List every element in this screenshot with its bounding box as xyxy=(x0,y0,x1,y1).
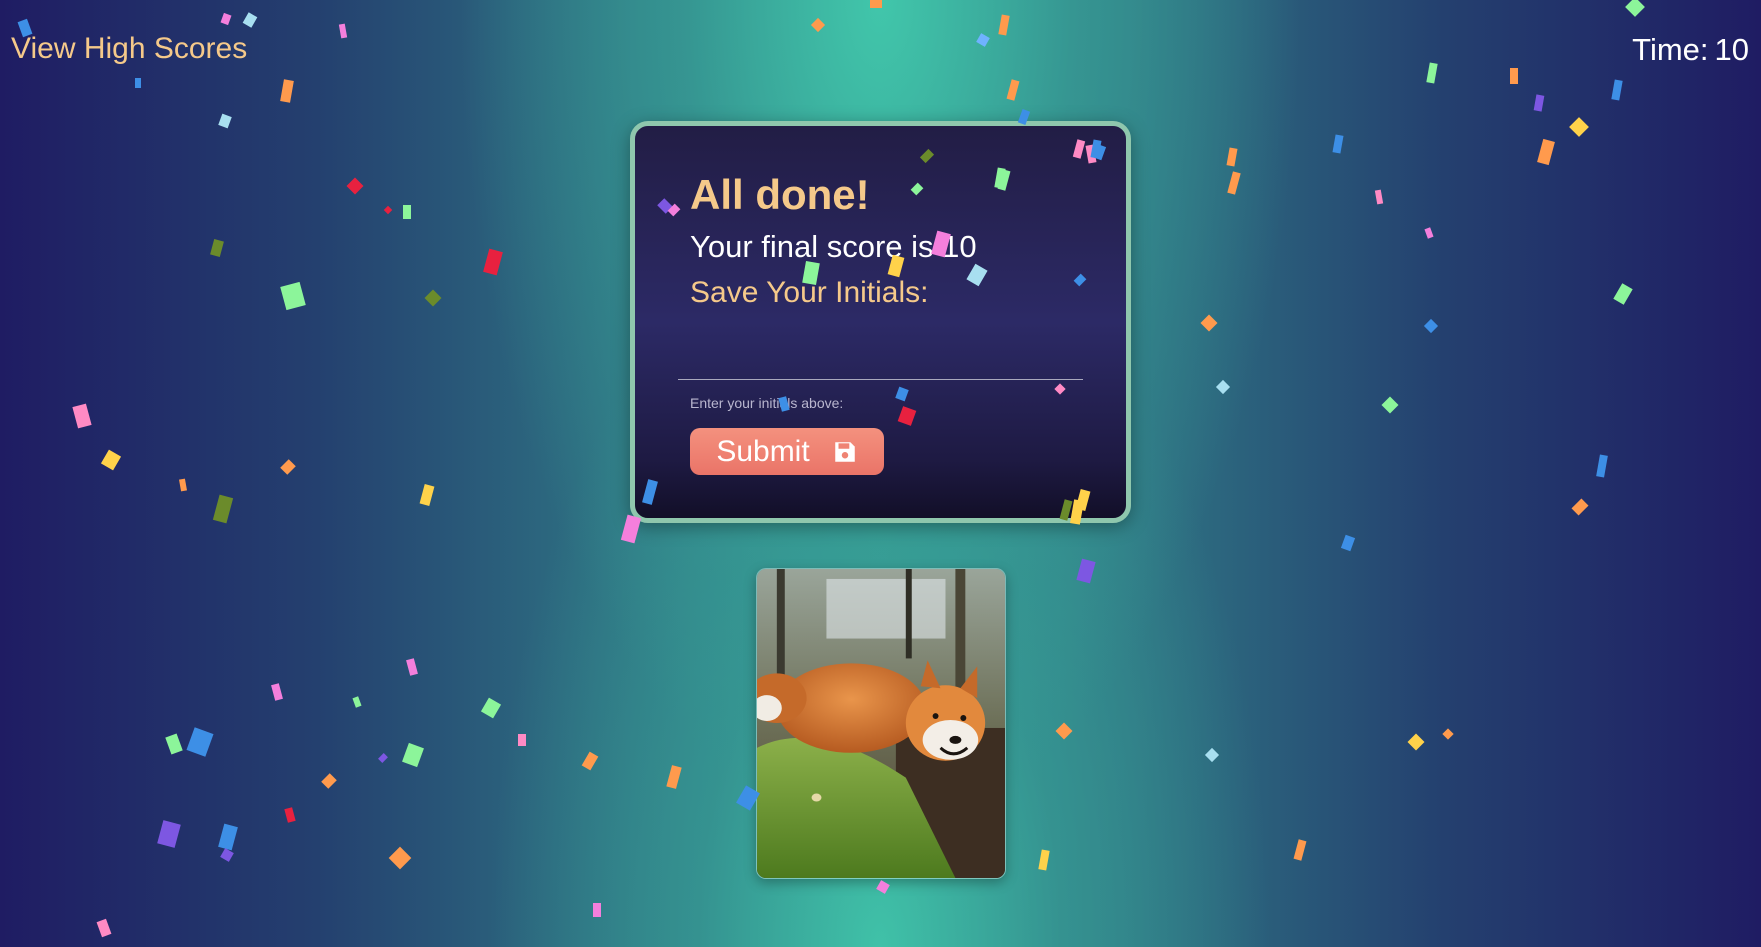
confetti-piece xyxy=(870,0,882,8)
confetti-piece xyxy=(220,848,234,862)
confetti-piece xyxy=(1537,138,1555,166)
confetti-piece xyxy=(321,773,337,789)
confetti-piece xyxy=(338,23,348,39)
confetti-piece xyxy=(212,494,234,524)
confetti-piece xyxy=(1332,134,1344,154)
confetti-piece xyxy=(242,12,258,28)
confetti-piece xyxy=(1293,839,1307,861)
confetti-piece xyxy=(1226,147,1238,167)
confetti-piece xyxy=(518,734,526,746)
confetti-piece xyxy=(280,281,306,311)
confetti-piece xyxy=(1611,79,1623,101)
timer: Time: 10 xyxy=(1626,32,1749,68)
confetti-piece xyxy=(100,449,122,471)
confetti-piece xyxy=(157,820,181,848)
confetti-piece xyxy=(424,289,442,307)
submit-button[interactable]: Submit xyxy=(690,428,884,475)
confetti-piece xyxy=(1533,94,1545,112)
confetti-piece xyxy=(383,205,393,215)
initials-helper-text: Enter your initials above: xyxy=(690,395,844,411)
confetti-piece xyxy=(1407,733,1425,751)
confetti-piece xyxy=(1510,68,1518,84)
confetti-piece xyxy=(876,880,890,894)
confetti-piece xyxy=(1571,498,1589,516)
confetti-piece xyxy=(1227,171,1241,195)
confetti-piece xyxy=(406,658,418,676)
confetti-piece xyxy=(593,903,601,917)
confetti-piece xyxy=(96,918,112,938)
confetti-piece xyxy=(1442,728,1454,740)
confetti-piece xyxy=(135,78,141,88)
confetti-piece xyxy=(1625,0,1645,17)
quiz-complete-card: All done! Your final score is 10 Save Yo… xyxy=(630,121,1131,523)
confetti-piece xyxy=(1381,396,1399,414)
fox-photo xyxy=(756,568,1006,879)
confetti-piece xyxy=(666,765,682,789)
confetti-piece xyxy=(620,514,642,544)
confetti-piece xyxy=(218,113,232,129)
timer-value: 10 xyxy=(1714,32,1749,67)
confetti-piece xyxy=(165,733,183,755)
confetti-piece xyxy=(378,753,388,763)
confetti-piece xyxy=(402,742,424,768)
confetti-piece xyxy=(1596,454,1608,478)
confetti-piece xyxy=(1613,283,1633,305)
confetti-piece xyxy=(1215,379,1231,395)
confetti-piece xyxy=(1076,558,1096,584)
submit-label: Submit xyxy=(716,434,810,468)
confetti-piece xyxy=(280,459,296,475)
confetti-piece xyxy=(1038,849,1050,871)
confetti-piece xyxy=(581,751,599,771)
confetti-piece xyxy=(388,846,412,870)
confetti-piece xyxy=(419,484,435,506)
confetti-piece xyxy=(810,17,826,33)
confetti-piece xyxy=(179,478,187,492)
confetti-piece xyxy=(483,248,503,276)
confetti-piece xyxy=(1569,117,1589,137)
confetti-piece xyxy=(218,823,238,851)
confetti-piece xyxy=(210,238,224,258)
confetti-piece xyxy=(284,807,296,823)
confetti-piece xyxy=(1374,189,1384,205)
confetti-piece xyxy=(480,697,502,719)
confetti-piece xyxy=(403,205,411,219)
confetti-piece xyxy=(976,33,990,47)
confetti-piece xyxy=(1006,79,1020,101)
confetti-piece xyxy=(1200,314,1218,332)
confetti-piece xyxy=(271,683,283,701)
confetti-piece xyxy=(1055,722,1073,740)
confetti-piece xyxy=(280,79,294,103)
card-title: All done! xyxy=(690,171,870,218)
confetti-piece xyxy=(186,727,214,757)
confetti-piece xyxy=(352,696,362,708)
confetti-piece xyxy=(220,12,232,26)
confetti-piece xyxy=(1426,62,1438,84)
confetti-piece xyxy=(1340,534,1356,552)
confetti-piece xyxy=(72,403,92,429)
confetti-piece xyxy=(346,177,364,195)
initials-input[interactable] xyxy=(678,336,1083,380)
view-high-scores-link[interactable]: View High Scores xyxy=(11,32,247,66)
floppy-disk-save-icon xyxy=(832,439,858,465)
confetti-piece xyxy=(1424,227,1434,239)
timer-label: Time: xyxy=(1632,32,1709,67)
confetti-piece xyxy=(1204,747,1220,763)
confetti-piece xyxy=(998,14,1010,36)
confetti-piece xyxy=(1423,318,1439,334)
